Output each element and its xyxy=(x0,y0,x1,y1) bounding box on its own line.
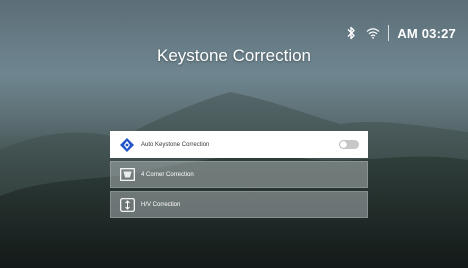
hv-correction-icon xyxy=(119,197,135,213)
menu-item-label: Auto Keystone Correction xyxy=(141,141,210,148)
menu-item-4-corner[interactable]: 4 Corner Correction xyxy=(110,161,368,188)
page-title: Keystone Correction xyxy=(156,46,312,65)
bluetooth-icon xyxy=(344,26,358,40)
keystone-correction-screen: AM 03:27 Keystone Correction Auto Keysto… xyxy=(0,0,468,268)
menu-item-label: 4 Corner Correction xyxy=(141,171,194,178)
menu-item-auto-keystone[interactable]: Auto Keystone Correction xyxy=(110,131,368,158)
auto-keystone-toggle[interactable] xyxy=(339,140,359,149)
wifi-icon xyxy=(366,26,380,40)
auto-keystone-icon xyxy=(119,137,135,153)
menu-item-label: H/V Correction xyxy=(141,201,181,208)
status-divider xyxy=(388,25,390,41)
toggle-knob xyxy=(340,141,347,148)
clock: AM 03:27 xyxy=(397,25,456,41)
four-corner-icon xyxy=(119,167,135,183)
status-bar: AM 03:27 xyxy=(344,25,456,41)
keystone-menu: Auto Keystone Correction 4 Corner Correc… xyxy=(110,131,368,221)
menu-item-hv-correction[interactable]: H/V Correction xyxy=(110,191,368,218)
